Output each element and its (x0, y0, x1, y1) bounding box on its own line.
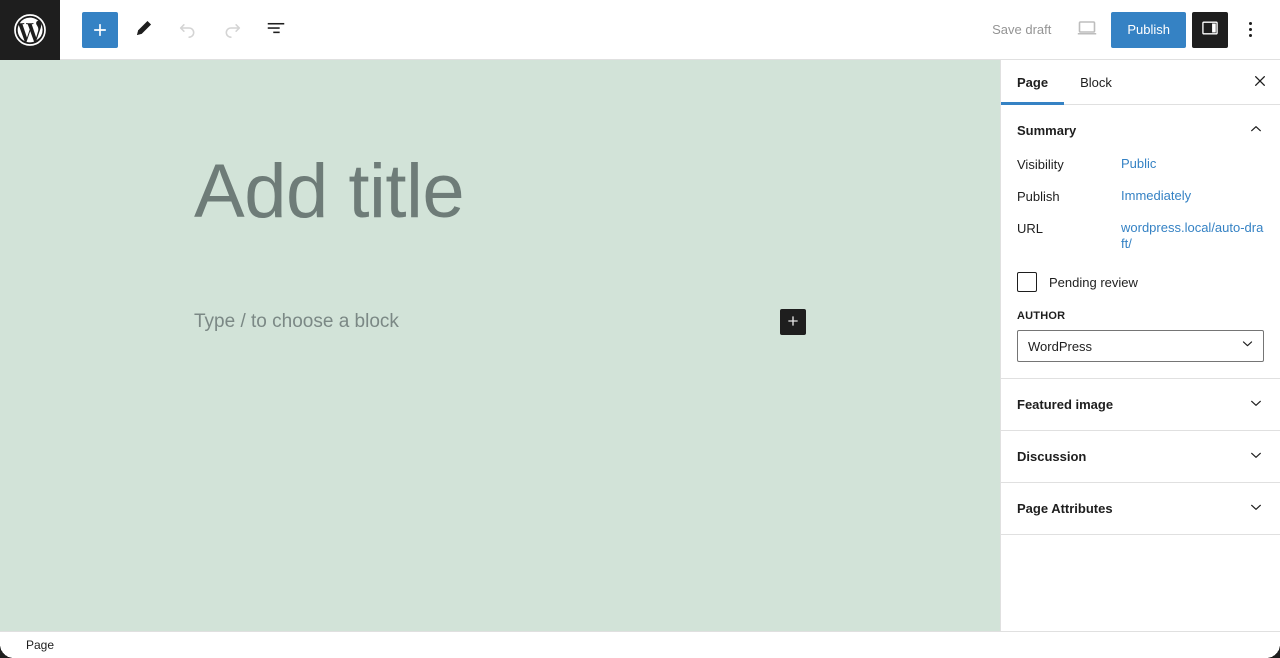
chevron-down-icon (1248, 499, 1264, 518)
close-sidebar-button[interactable] (1240, 60, 1280, 104)
panel-featured-image-header[interactable]: Featured image (1001, 379, 1280, 430)
list-view-button[interactable] (258, 12, 294, 48)
author-select[interactable]: WordPress (1017, 330, 1264, 362)
default-block-row: Type / to choose a block (194, 305, 806, 339)
wordpress-logo-icon (13, 13, 47, 47)
panel-discussion-header[interactable]: Discussion (1001, 431, 1280, 482)
panel-page-attributes-title: Page Attributes (1017, 501, 1113, 516)
redo-button[interactable] (214, 12, 250, 48)
block-inserter-button[interactable] (780, 309, 806, 335)
breadcrumb-bar: Page (0, 631, 1280, 658)
close-x-icon (1252, 73, 1268, 92)
summary-row-visibility: Visibility Public (1017, 156, 1264, 172)
panel-summary-header[interactable]: Summary (1001, 105, 1280, 156)
desktop-preview-icon (1075, 16, 1099, 43)
undo-button[interactable] (170, 12, 206, 48)
chevron-down-icon (1248, 395, 1264, 414)
settings-sidebar: Page Block Summary Visibility Public Pub… (1000, 60, 1280, 631)
sidebar-panel-icon (1200, 18, 1220, 41)
plus-icon (785, 313, 801, 332)
panel-page-attributes-header[interactable]: Page Attributes (1001, 483, 1280, 534)
visibility-value-button[interactable]: Public (1121, 156, 1264, 172)
redo-arrow-icon (221, 17, 243, 42)
author-label: AUTHOR (1017, 310, 1066, 322)
sidebar-tab-bar: Page Block (1001, 60, 1280, 105)
panel-page-attributes: Page Attributes (1001, 483, 1280, 535)
panel-summary-title: Summary (1017, 123, 1077, 138)
block-placeholder-text[interactable]: Type / to choose a block (194, 311, 780, 333)
publish-button[interactable]: Publish (1111, 11, 1186, 48)
panel-featured-image: Featured image (1001, 379, 1280, 431)
chevron-up-icon (1248, 121, 1264, 140)
add-block-button[interactable] (82, 11, 118, 48)
pending-review-label: Pending review (1049, 274, 1138, 290)
tools-button[interactable] (126, 12, 162, 48)
panel-summary-body: Visibility Public Publish Immediately UR… (1001, 156, 1280, 378)
panel-discussion-title: Discussion (1017, 449, 1087, 464)
chevron-down-icon (1248, 447, 1264, 466)
post-title-placeholder[interactable]: Add title (194, 150, 465, 234)
save-draft-button[interactable]: Save draft (980, 16, 1063, 43)
wordpress-block-editor: Save draft Publish Add title Type / to c… (0, 0, 1280, 658)
summary-row-publish: Publish Immediately (1017, 188, 1264, 204)
pending-review-row: Pending review (1017, 272, 1264, 292)
tab-block[interactable]: Block (1064, 60, 1128, 104)
author-select-wrap: WordPress (1017, 330, 1264, 362)
toolbar-right-group: Save draft Publish (980, 11, 1280, 48)
wordpress-logo-button[interactable] (0, 0, 60, 60)
undo-arrow-icon (177, 17, 199, 42)
three-dots-vertical-icon (1248, 34, 1252, 37)
url-label: URL (1017, 221, 1044, 236)
list-view-icon (265, 17, 287, 42)
editor-canvas[interactable]: Add title Type / to choose a block (0, 60, 1000, 631)
visibility-label: Visibility (1017, 157, 1064, 172)
preview-button[interactable] (1069, 12, 1105, 48)
tab-page[interactable]: Page (1001, 60, 1065, 105)
author-field: AUTHOR WordPress (1017, 310, 1264, 362)
plus-icon (90, 20, 110, 40)
more-options-button[interactable] (1234, 12, 1266, 48)
publish-label: Publish (1017, 189, 1060, 204)
pending-review-checkbox[interactable] (1017, 272, 1037, 292)
three-dots-vertical-icon (1248, 22, 1252, 25)
three-dots-vertical-icon (1248, 28, 1252, 31)
editor-toolbar: Save draft Publish (0, 0, 1280, 60)
settings-panel-toggle[interactable] (1192, 11, 1228, 48)
panel-discussion: Discussion (1001, 431, 1280, 483)
toolbar-left-group (60, 11, 294, 48)
panel-summary: Summary Visibility Public Publish Immedi… (1001, 105, 1280, 379)
pencil-icon (133, 17, 155, 42)
breadcrumb-item-page[interactable]: Page (26, 638, 54, 652)
summary-row-url: URL wordpress.local/auto-draft/ (1017, 220, 1264, 252)
url-value-button[interactable]: wordpress.local/auto-draft/ (1121, 220, 1264, 252)
publish-value-button[interactable]: Immediately (1121, 188, 1264, 204)
panel-featured-image-title: Featured image (1017, 397, 1114, 412)
